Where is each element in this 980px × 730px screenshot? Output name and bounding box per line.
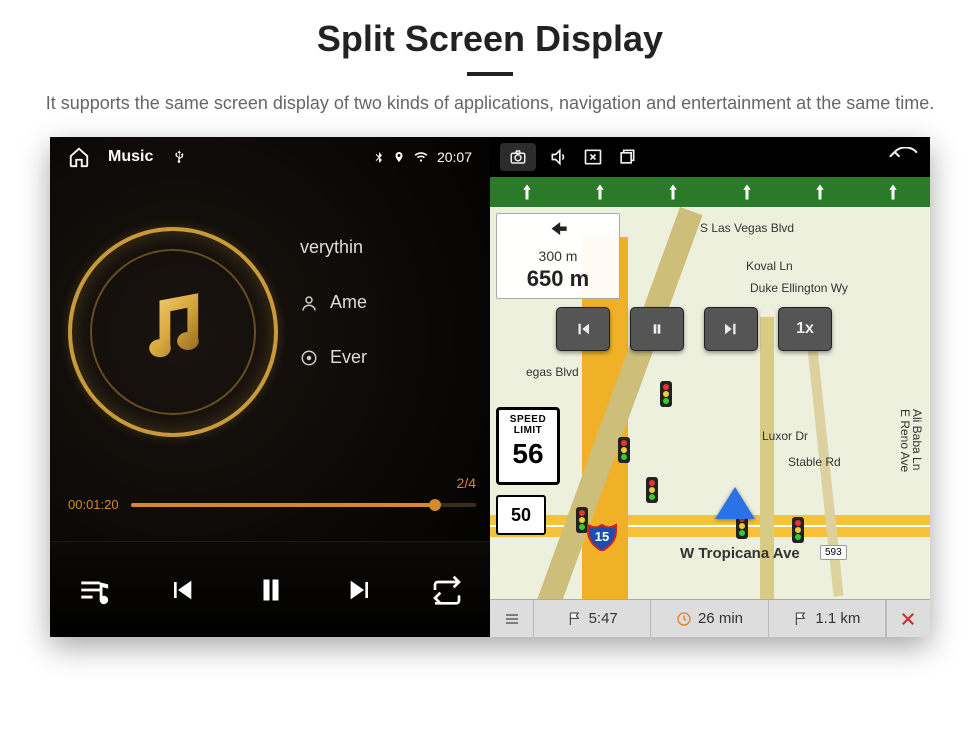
- playlist-button[interactable]: [77, 573, 111, 607]
- sim-pause-button[interactable]: [630, 307, 684, 351]
- speed-limit-label1: SPEED: [499, 414, 557, 425]
- page-title: Split Screen Display: [0, 18, 980, 60]
- traffic-light-icon: [646, 477, 658, 503]
- screenshot-button[interactable]: [500, 143, 536, 171]
- lane-arrow-icon: [884, 181, 902, 203]
- progress-fill: [131, 503, 435, 507]
- route-number-badge: 593: [820, 545, 847, 560]
- pause-button[interactable]: [253, 572, 289, 608]
- track-title: verythin: [300, 237, 363, 258]
- turn-left-icon: [545, 220, 571, 246]
- nav-pane: 15 S Las Vegas Blvd Koval Ln Duke Elling…: [490, 137, 930, 637]
- remaining-dist-value: 1.1 km: [815, 610, 860, 627]
- usb-icon[interactable]: [171, 147, 187, 167]
- turn-panel: 300 m 650 m: [496, 213, 620, 299]
- eta-value: 5:47: [589, 610, 618, 627]
- player-controls: [50, 541, 490, 637]
- device-frame: Music 20:07: [50, 137, 930, 637]
- track-row-artist: Ame: [300, 292, 367, 313]
- elapsed-time: 00:01:20: [68, 497, 119, 512]
- previous-button[interactable]: [166, 574, 198, 606]
- music-pane: Music 20:07: [50, 137, 490, 637]
- street-label: W Tropicana Ave: [680, 545, 800, 562]
- turn-distance-major: 650 m: [527, 266, 589, 292]
- lane-guidance: [490, 177, 930, 207]
- remaining-time-cell[interactable]: 26 min: [651, 600, 768, 637]
- recent-apps-icon[interactable]: [616, 147, 638, 167]
- bluetooth-icon: [373, 149, 385, 165]
- album-art: [68, 227, 278, 437]
- map-area[interactable]: 15 S Las Vegas Blvd Koval Ln Duke Elling…: [490, 177, 930, 599]
- close-window-icon[interactable]: [582, 147, 604, 167]
- progress-thumb[interactable]: [429, 499, 441, 511]
- flag-icon: [793, 611, 809, 627]
- clock-label: 20:07: [437, 149, 472, 165]
- track-row-title: verythin: [300, 237, 367, 258]
- sim-prev-button[interactable]: [556, 307, 610, 351]
- music-notes-icon: [128, 283, 218, 373]
- turn-distance-minor: 300 m: [539, 248, 578, 264]
- music-tab-label[interactable]: Music: [108, 148, 153, 166]
- status-tray: 20:07: [373, 149, 472, 165]
- traffic-light-icon: [618, 437, 630, 463]
- street-label: Luxor Dr: [762, 429, 808, 443]
- repeat-button[interactable]: [431, 574, 463, 606]
- location-icon: [393, 149, 405, 165]
- svg-text:15: 15: [595, 529, 609, 544]
- road-horizontal: [490, 515, 930, 537]
- lane-arrow-icon: [811, 181, 829, 203]
- lane-arrow-icon: [664, 181, 682, 203]
- system-bar: [490, 137, 930, 177]
- street-label: egas Blvd: [526, 365, 579, 379]
- progress-track[interactable]: [131, 503, 476, 507]
- wifi-icon: [413, 150, 429, 164]
- street-label: E Reno Ave: [898, 409, 912, 472]
- title-underline: [467, 72, 513, 76]
- flag-icon: [567, 611, 583, 627]
- street-label: Ali Baba Ln: [910, 409, 924, 470]
- sim-controls: 1x: [556, 307, 832, 351]
- sim-speed-button[interactable]: 1x: [778, 307, 832, 351]
- track-counter: 2/4: [457, 475, 476, 491]
- current-position-icon: [715, 487, 755, 519]
- track-artist: Ame: [330, 292, 367, 313]
- street-label: Stable Rd: [788, 455, 841, 469]
- artist-icon: [300, 294, 318, 312]
- track-album: Ever: [330, 347, 367, 368]
- volume-icon[interactable]: [548, 147, 570, 167]
- track-row-album: Ever: [300, 347, 367, 368]
- speed-limit-value: 56: [499, 440, 557, 468]
- page-subtitle: It supports the same screen display of t…: [40, 90, 940, 117]
- sim-next-button[interactable]: [704, 307, 758, 351]
- street-label: S Las Vegas Blvd: [700, 221, 794, 235]
- lane-arrow-icon: [738, 181, 756, 203]
- progress-bar-row: 00:01:20: [68, 497, 476, 512]
- album-icon: [300, 349, 318, 367]
- remaining-dist-cell[interactable]: 1.1 km: [769, 600, 886, 637]
- street-label: Koval Ln: [746, 259, 793, 273]
- back-button[interactable]: [886, 147, 920, 167]
- eta-cell[interactable]: 5:47: [534, 600, 651, 637]
- interstate-shield-icon: 15: [586, 519, 618, 551]
- speed-limit-label2: LIMIT: [499, 425, 557, 436]
- nav-menu-button[interactable]: [490, 600, 534, 637]
- traffic-light-icon: [792, 517, 804, 543]
- home-icon[interactable]: [68, 146, 90, 168]
- next-button[interactable]: [344, 574, 376, 606]
- lane-arrow-icon: [518, 181, 536, 203]
- street-label: Duke Ellington Wy: [750, 281, 848, 295]
- speed-limit-sign: SPEED LIMIT 56: [496, 407, 560, 485]
- lane-arrow-icon: [591, 181, 609, 203]
- music-topbar: Music 20:07: [50, 137, 490, 177]
- route-shield: 50: [496, 495, 546, 535]
- nav-bottom-bar: 5:47 26 min 1.1 km: [490, 599, 930, 637]
- traffic-light-icon: [660, 381, 672, 407]
- track-list: verythin Ame Ever: [300, 237, 367, 368]
- remaining-time-value: 26 min: [698, 610, 743, 627]
- clock-icon: [676, 611, 692, 627]
- nav-close-button[interactable]: [886, 600, 930, 637]
